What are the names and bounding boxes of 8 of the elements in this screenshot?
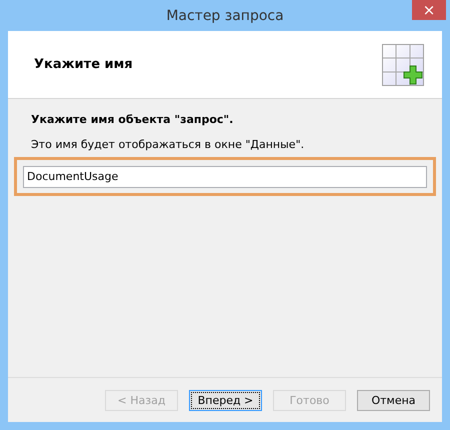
wizard-button[interactable]: Вперед > [189,390,262,411]
hint-text: Это имя будет отображаться в окне "Данные". [31,138,306,151]
page-title: Укажите имя [34,57,133,72]
prompt-text: Укажите имя объекта "запрос". [31,113,234,126]
name-input-field[interactable]: DocumentUsage [23,166,427,188]
close-button[interactable]: × [412,0,446,20]
wizard-button[interactable]: Отмена [357,390,430,411]
window-title: Мастер запроса [166,8,284,24]
